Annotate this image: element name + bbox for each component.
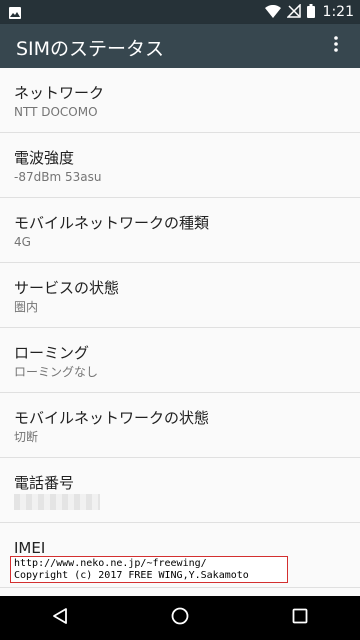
home-icon — [171, 607, 189, 629]
list-item-network-type[interactable]: モバイルネットワークの種類 4G — [0, 198, 360, 263]
redacted-phone-number — [14, 494, 100, 510]
overflow-menu-button[interactable] — [320, 30, 352, 62]
back-button[interactable] — [38, 596, 82, 640]
item-value: NTT DOCOMO — [14, 105, 98, 119]
status-time: 1:21 — [322, 4, 354, 20]
page-title: SIMのステータス — [16, 38, 165, 60]
list-item-network[interactable]: ネットワーク NTT DOCOMO — [0, 68, 360, 133]
item-label: モバイルネットワークの状態 — [14, 409, 210, 427]
list-item-network-state[interactable]: モバイルネットワークの状態 切断 — [0, 393, 360, 458]
item-label: モバイルネットワークの種類 — [14, 214, 210, 232]
battery-icon — [306, 3, 315, 22]
item-label: サービスの状態 — [14, 279, 120, 297]
item-value: 圏内 — [14, 300, 39, 314]
recents-button[interactable] — [278, 596, 322, 640]
list-item-roaming[interactable]: ローミング ローミングなし — [0, 328, 360, 393]
watermark-url: http://www.neko.ne.jp/~freewing/ — [14, 558, 207, 569]
recents-icon — [292, 608, 308, 628]
sim-status-list: ネットワーク NTT DOCOMO 電波強度 -87dBm 53asu モバイル… — [0, 68, 360, 588]
item-label: 電波強度 — [14, 149, 75, 167]
item-value: -87dBm 53asu — [14, 170, 102, 184]
item-value: ローミングなし — [14, 365, 99, 379]
app-bar: SIMのステータス — [0, 24, 360, 68]
back-icon — [51, 607, 69, 629]
status-bar: 1:21 — [0, 0, 360, 24]
item-label: 電話番号 — [14, 474, 75, 492]
item-value: 4G — [14, 235, 31, 249]
no-signal-icon — [285, 2, 301, 22]
image-icon — [8, 5, 22, 24]
list-item-signal-strength[interactable]: 電波強度 -87dBm 53asu — [0, 133, 360, 198]
wifi-icon — [264, 3, 281, 22]
list-item-service-state[interactable]: サービスの状態 圏内 — [0, 263, 360, 328]
watermark-copyright: Copyright (c) 2017 FREE WING,Y.Sakamoto — [14, 570, 249, 581]
navigation-bar — [0, 596, 360, 640]
item-label: IMEI — [14, 539, 46, 557]
more-vert-icon — [334, 36, 338, 56]
list-item-phone-number[interactable]: 電話番号 — [0, 458, 360, 523]
item-label: ネットワーク — [14, 84, 105, 102]
status-icons: 1:21 — [264, 0, 354, 24]
copyright-watermark: http://www.neko.ne.jp/~freewing/ Copyrig… — [10, 556, 288, 583]
home-button[interactable] — [158, 596, 202, 640]
item-value: 切断 — [14, 430, 39, 444]
item-label: ローミング — [14, 344, 90, 362]
